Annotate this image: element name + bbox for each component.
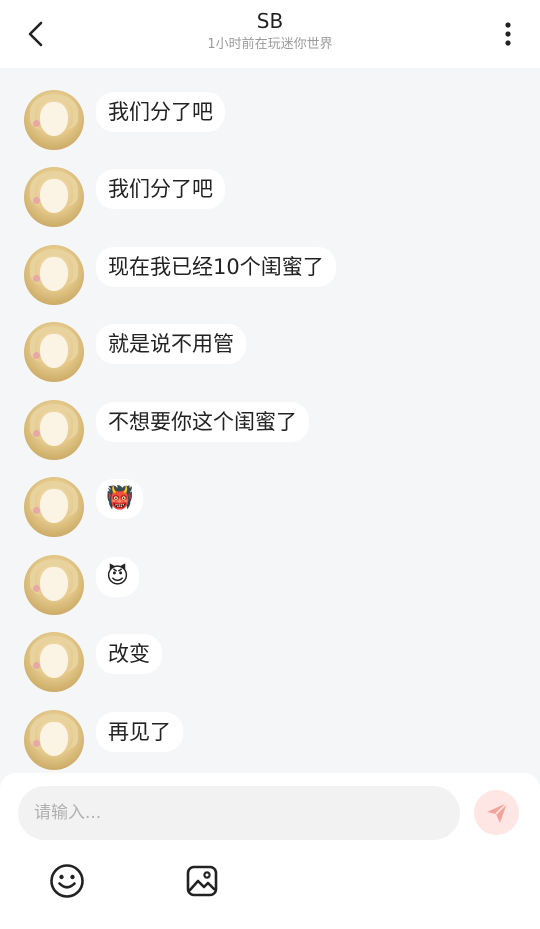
avatar[interactable] bbox=[24, 167, 84, 227]
avatar[interactable] bbox=[24, 90, 84, 150]
emoji-message-bubble[interactable]: 😈 bbox=[96, 557, 139, 597]
message-bubble[interactable]: 我们分了吧 bbox=[96, 169, 225, 209]
message-list[interactable]: 我们分了吧 我们分了吧 现在我已经10个闺蜜了 就是说不用管 不想要你这个闺蜜了… bbox=[0, 68, 540, 773]
message-row: 改变 bbox=[24, 632, 162, 694]
message-input-box[interactable] bbox=[18, 786, 460, 840]
avatar[interactable] bbox=[24, 710, 84, 770]
send-button[interactable] bbox=[474, 790, 519, 835]
message-row: 不想要你这个闺蜜了 bbox=[24, 400, 309, 462]
more-options-button[interactable] bbox=[494, 14, 522, 54]
message-bubble[interactable]: 改变 bbox=[96, 634, 162, 674]
title-area: SB 1小时前在玩迷你世界 bbox=[0, 8, 540, 54]
emoji-message-bubble[interactable]: 👹 bbox=[96, 479, 144, 519]
message-input[interactable] bbox=[32, 802, 446, 824]
message-row: 👹 bbox=[24, 477, 144, 539]
chat-header: SB 1小时前在玩迷你世界 bbox=[0, 0, 540, 68]
message-bubble[interactable]: 不想要你这个闺蜜了 bbox=[96, 402, 309, 442]
message-row: 就是说不用管 bbox=[24, 322, 246, 384]
image-button[interactable] bbox=[182, 861, 222, 901]
message-row: 😈 bbox=[24, 555, 139, 617]
message-bubble[interactable]: 再见了 bbox=[96, 712, 183, 752]
emoji-button[interactable] bbox=[47, 861, 87, 901]
avatar[interactable] bbox=[24, 632, 84, 692]
avatar[interactable] bbox=[24, 400, 84, 460]
message-row: 再见了 bbox=[24, 710, 183, 772]
message-row: 我们分了吧 bbox=[24, 90, 225, 152]
message-bubble[interactable]: 现在我已经10个闺蜜了 bbox=[96, 247, 336, 287]
chat-title: SB bbox=[256, 9, 284, 33]
chat-status: 1小时前在玩迷你世界 bbox=[207, 37, 333, 52]
more-vertical-icon bbox=[505, 22, 511, 46]
message-bubble[interactable]: 就是说不用管 bbox=[96, 324, 246, 364]
message-composer bbox=[0, 773, 540, 929]
smiley-icon bbox=[50, 864, 84, 898]
message-row: 我们分了吧 bbox=[24, 167, 225, 229]
message-bubble[interactable]: 我们分了吧 bbox=[96, 92, 225, 132]
avatar[interactable] bbox=[24, 245, 84, 305]
avatar[interactable] bbox=[24, 322, 84, 382]
avatar[interactable] bbox=[24, 477, 84, 537]
image-icon bbox=[186, 865, 218, 897]
avatar[interactable] bbox=[24, 555, 84, 615]
message-row: 现在我已经10个闺蜜了 bbox=[24, 245, 336, 307]
send-icon bbox=[486, 801, 508, 823]
